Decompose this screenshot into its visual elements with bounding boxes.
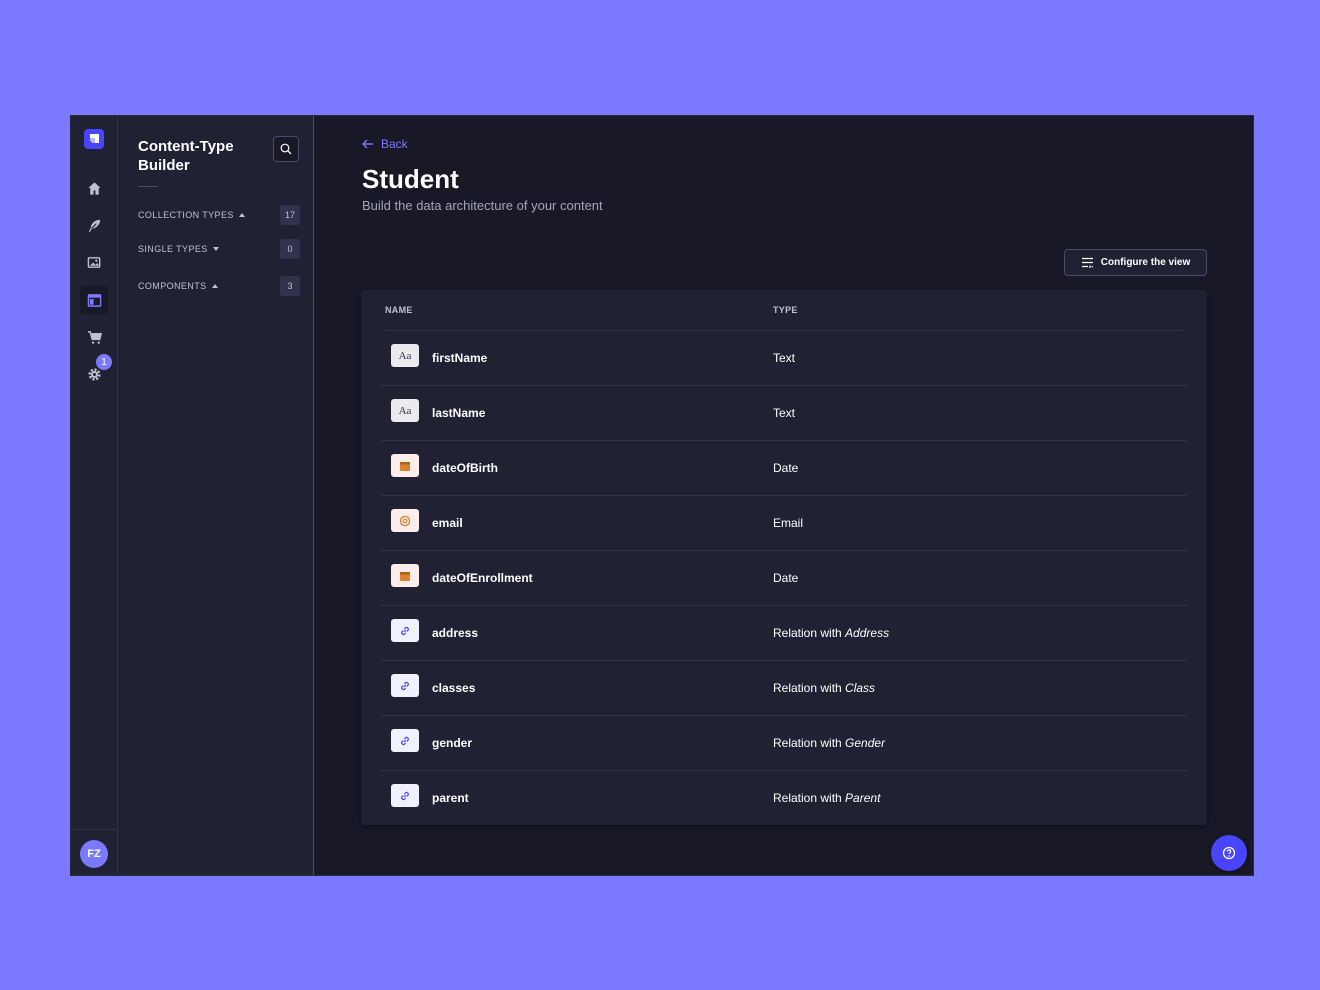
back-label: Back [381,137,408,151]
relation-target: Class [845,681,876,695]
section-label: SINGLE TYPES [138,244,219,254]
column-header-name: NAME [385,305,413,315]
page-title: Student [362,164,459,194]
relation-icon [391,784,419,807]
relation-target: Parent [845,791,881,805]
relation-icon [391,729,419,752]
table-row[interactable]: email Email [381,496,1187,551]
main-nav: 1 FZ [71,116,118,875]
column-header-type: TYPE [773,305,798,315]
field-name: firstName [432,351,488,365]
arrow-left-icon [362,139,373,149]
table-row[interactable]: parent Relation with Parent [381,771,1187,826]
table-row[interactable]: address Relation with Address [381,606,1187,661]
field-type: Date [773,461,799,475]
field-name: address [432,626,479,640]
section-count: 17 [279,205,300,225]
avatar[interactable]: FZ [80,840,108,868]
relation-target: Gender [845,736,886,750]
subnav-divider [138,186,158,187]
search-button[interactable] [273,136,299,162]
field-name: gender [432,736,473,750]
text-icon: Aa [391,399,419,422]
email-icon [391,509,419,532]
section-count: 0 [280,239,300,259]
field-type: Text [773,406,796,420]
section-components[interactable]: COMPONENTS 3 [138,276,300,296]
caret-up-icon [211,284,218,288]
field-type: Relation with Address [773,626,890,640]
feather-icon[interactable] [71,211,118,239]
field-type: Relation with Parent [773,791,881,805]
date-icon [391,564,419,587]
table-body: Aa firstName Text Aa lastName Text dateOfBirth… [381,331,1187,826]
table-row[interactable]: Aa firstName Text [381,331,1187,386]
relation-icon [391,674,419,697]
caret-up-icon [238,213,245,217]
section-count: 3 [280,276,300,296]
help-button[interactable] [1211,835,1247,871]
settings-notification-badge: 1 [95,353,113,371]
search-icon [280,143,292,155]
field-name: parent [432,791,469,805]
date-icon [391,454,419,477]
table-row[interactable]: gender Relation with Gender [381,716,1187,771]
fields-table: NAME TYPE Aa firstName Text Aa lastName Text d… [361,290,1207,825]
relation-icon [391,619,419,642]
configure-view-label: Configure the view [1100,257,1191,268]
table-row[interactable]: dateOfBirth Date [381,441,1187,496]
field-type: Relation with Class [773,681,876,695]
field-type: Date [773,571,799,585]
strapi-logo-icon[interactable] [84,129,104,149]
table-header: NAME TYPE [385,290,1183,331]
cart-icon[interactable] [71,323,118,351]
configure-view-button[interactable]: Configure the view [1064,249,1207,276]
app-window: 1 FZ Content-Type Builder COLLECTION TYP… [70,115,1254,876]
section-label: COLLECTION TYPES [138,210,245,220]
list-settings-icon [1081,257,1093,268]
table-row[interactable]: Aa lastName Text [381,386,1187,441]
field-name: classes [432,681,476,695]
field-name: dateOfEnrollment [432,571,533,585]
caret-down-icon [212,247,219,251]
rail-divider [71,829,118,830]
section-single-types[interactable]: SINGLE TYPES 0 [138,239,300,259]
field-name: lastName [432,406,486,420]
layout-icon[interactable] [71,286,118,314]
section-collection-types[interactable]: COLLECTION TYPES 17 [138,205,300,225]
main-content: Back Student Build the data architecture… [314,116,1253,875]
home-icon[interactable] [71,174,118,202]
section-label: COMPONENTS [138,281,218,291]
text-icon: Aa [391,344,419,367]
question-circle-icon [1222,846,1236,860]
field-name: dateOfBirth [432,461,498,475]
table-row[interactable]: classes Relation with Class [381,661,1187,716]
content-type-builder-nav: Content-Type Builder COLLECTION TYPES 17… [118,116,314,875]
table-row[interactable]: dateOfEnrollment Date [381,551,1187,606]
relation-target: Address [845,626,890,640]
field-type: Text [773,351,796,365]
field-type: Email [773,516,804,530]
back-link[interactable]: Back [362,137,408,151]
media-library-icon[interactable] [71,248,118,276]
field-name: email [432,516,463,530]
field-type: Relation with Gender [773,736,886,750]
page-subtitle: Build the data architecture of your cont… [362,198,603,213]
subnav-title: Content-Type Builder [138,138,234,174]
